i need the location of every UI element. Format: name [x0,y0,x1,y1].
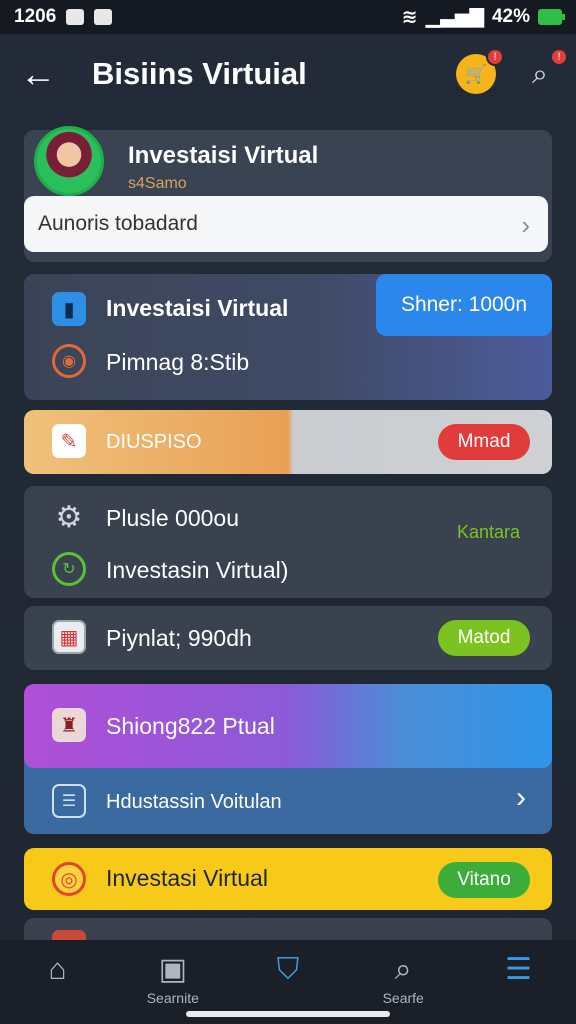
back-arrow-icon[interactable]: ← [20,54,56,94]
profile-row[interactable]: Aunoris tobadard [24,196,548,252]
payment-card[interactable]: ▦ Piynlat; 990dh Matod [24,606,552,670]
notification-icon [66,9,85,25]
payment-label: Piynlat; 990dh [106,625,252,651]
payment-button[interactable]: Matod [438,620,530,656]
profile-card[interactable]: Investaisi Virtual s4Samo Aunoris tobada… [24,126,552,262]
discount-card[interactable]: ✎ DIUSPISO Mmad [24,410,552,474]
cart-icon[interactable]: 🛒! [456,48,504,94]
coin-icon: ◎ [52,862,86,896]
battery-percent: 42% [491,6,530,27]
yellow-button[interactable]: Vitano [438,862,530,898]
profile-subtitle: s4Samo [128,175,187,192]
investment-detail: Pimnag 8:Stib [106,349,250,375]
home-indicator[interactable] [186,1011,390,1017]
nav-label: Searnite [146,990,199,1006]
status-bar: 1206 ≋ ▁▃▅▇ 42% [0,0,576,34]
investment-title: Investaisi Virtual [106,295,289,321]
menu-icon: ☰ [504,953,532,986]
shop-title: Shiong822 Ptual [106,713,275,739]
gallery-icon [94,9,113,25]
settings-subtitle: Investasin Virtual) [106,557,289,583]
avatar [34,126,104,196]
signal-icon: ▁▃▅▇ [425,6,484,28]
shield-icon: ⛉ [276,953,300,986]
settings-card[interactable]: ⚙ Plusle 000ou ↻ Investasin Virtual) Kan… [24,486,552,598]
settings-title: Plusle 000ou [106,505,239,531]
promo-icon: ✎ [52,424,86,458]
share-button[interactable]: Shner: 1000n [376,274,552,336]
nav-home[interactable]: ⌂ [0,940,115,1024]
shop-subtitle: Hdustassin Voitulan [106,791,282,813]
chevron-right-icon: › [521,210,530,240]
app-header: ← Bisiins Virtuial 🛒! ⌕! [0,40,576,110]
profile-icon: ▣ [158,953,187,986]
refresh-icon: ↻ [52,552,86,586]
discount-label: DIUSPISO [106,431,202,453]
status-time: 1206 [14,6,57,27]
discount-button[interactable]: Mmad [438,424,530,460]
settings-status: Kantara [456,522,520,542]
app-root: 1206 ≋ ▁▃▅▇ 42% ← Bisiins Virtuial 🛒! ⌕!… [0,0,576,1024]
wifi-icon: ≋ [401,6,418,28]
payment-icon: ▦ [52,620,86,654]
battery-icon [538,9,565,25]
notification-badge: ! [486,48,504,66]
search-icon[interactable]: ⌕! [520,48,568,94]
shop-icon: ♜ [52,708,86,742]
nav-menu[interactable]: ☰ [461,940,576,1024]
yellow-label: Investasi Virtual [106,865,268,891]
investment-card[interactable]: ▮ Investaisi Virtual ◉ Pimnag 8:Stib Shn… [24,274,552,400]
shop-banner[interactable]: ♜ Shiong822 Ptual [24,684,552,768]
yellow-card[interactable]: ◎ Investasi Virtual Vitano [24,848,552,910]
profile-row-label: Aunoris tobadard [38,212,198,235]
nav-label: Searfe [382,990,424,1006]
page-title: Bisiins Virtuial [92,56,307,91]
chevron-right-icon: › [516,781,526,814]
notification-badge: ! [550,48,568,66]
list-icon: ☰ [52,784,86,818]
coin-icon: ◉ [52,344,86,378]
gear-icon: ⚙ [55,500,83,534]
home-icon: ⌂ [48,953,67,986]
wallet-icon: ▮ [52,292,86,326]
profile-title: Investaisi Virtual [128,142,319,169]
search-icon: ⌕ [394,953,412,986]
shop-card[interactable]: ♜ Shiong822 Ptual ☰ Hdustassin Voitulan … [24,684,552,834]
